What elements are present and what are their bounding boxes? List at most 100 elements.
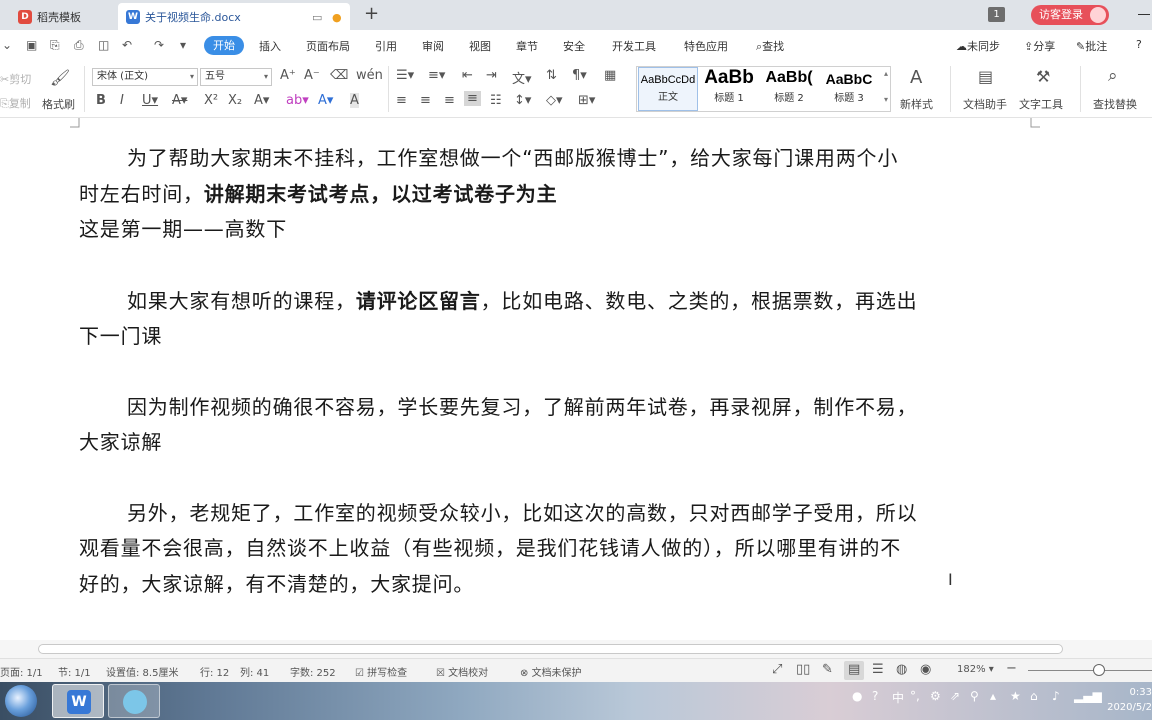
export-icon[interactable]: ⎘ [50,38,60,53]
tab-daoke-template[interactable]: D 稻壳模板 [10,3,115,30]
zoom-slider-thumb[interactable] [1092,664,1105,676]
pen-icon[interactable]: ✎ [822,662,833,677]
menu-review[interactable]: 审阅 [422,38,444,54]
restore-tab-icon[interactable]: ▭ [312,11,322,24]
signal-icon[interactable]: ▂▄▆ [1074,689,1102,703]
sync-status-button[interactable]: ☁未同步 [956,38,1000,54]
more-options-icon[interactable]: ? [1136,38,1142,51]
taskbar-video-app[interactable] [108,684,160,718]
menu-search[interactable]: ⌕查找 [756,38,784,54]
table-icon[interactable]: ▦ [604,68,616,83]
start-button[interactable] [5,685,37,717]
menu-security[interactable]: 安全 [563,38,585,54]
text-effect-icon[interactable]: A▾ [254,93,269,108]
sort-icon[interactable]: ⇅ [546,68,557,83]
ime-indicator[interactable]: 中 [892,689,904,706]
horizontal-scrollbar[interactable] [0,640,1152,658]
customize-toolbar-icon[interactable]: ▾ [180,38,186,52]
align-right-icon[interactable]: ≡ [444,93,455,108]
format-painter-icon[interactable]: 🖌 [50,68,70,87]
style-normal[interactable]: AaBbCcDd 正文 [638,67,698,111]
comment-button[interactable]: ✎批注 [1076,38,1107,54]
settings-icon[interactable]: ⚙ [930,689,941,703]
document-page[interactable]: 为了帮助大家期末不挂科，工作室想做一个“西邮版猴博士”，给大家每门课用两个小 时… [0,118,1152,640]
bullet-list-icon[interactable]: ☰▾ [396,68,414,83]
status-page[interactable]: 页面: 1/1 [0,664,43,679]
font-name-select[interactable]: 宋体 (正文) ▾ [92,68,198,86]
menu-insert[interactable]: 插入 [259,38,281,54]
justify-icon[interactable]: ≡ [464,91,481,106]
network-tray-icon[interactable]: ⌂ [1030,689,1038,703]
outline-view-icon[interactable]: ☰ [872,662,884,677]
punctuation-icon[interactable]: °, [910,689,920,703]
share-icon[interactable]: ⇗ [950,689,960,703]
menu-page-layout[interactable]: 页面布局 [306,38,350,54]
menu-developer[interactable]: 开发工具 [612,38,656,54]
char-shading-icon[interactable]: A [350,93,359,108]
menu-references[interactable]: 引用 [375,38,397,54]
doc-protect-button[interactable]: ⊗ 文档未保护 [520,664,582,679]
system-clock[interactable]: 0:33 2020/5/2 [1106,685,1152,715]
status-word-count[interactable]: 字数: 252 [290,664,336,679]
underline-icon[interactable]: U▾ [142,93,158,108]
align-left-icon[interactable]: ≡ [396,93,407,108]
minimize-window-icon[interactable] [1138,14,1150,15]
menu-special-apps[interactable]: 特色应用 [684,38,728,54]
menu-start[interactable]: 开始 [204,36,244,55]
phonetic-guide-icon[interactable]: wén [356,68,383,83]
numbered-list-icon[interactable]: ≡▾ [428,68,445,83]
format-painter-label[interactable]: 格式刷 [42,96,75,112]
read-mode-icon[interactable]: ▯▯ [796,662,810,677]
italic-icon[interactable]: I [120,93,124,108]
style-heading-3[interactable]: AaBbC 标题 3 [820,67,878,111]
show-hidden-icons[interactable]: ▴ [990,689,996,703]
doc-assistant-icon[interactable]: ▤ [978,67,993,86]
styles-scroll-up-icon[interactable]: ▴ [884,69,888,78]
doc-proof-button[interactable]: ☒ 文档校对 [436,664,488,679]
guest-login-button[interactable]: 访客登录 [1031,5,1109,25]
menu-chapter[interactable]: 章节 [516,38,538,54]
superscript-icon[interactable]: X² [204,93,218,108]
web-view-icon[interactable]: ◍ [896,662,907,677]
window-count-badge[interactable]: 1 [988,7,1005,22]
style-heading-1[interactable]: AaBb 标题 1 [700,67,758,111]
font-size-select[interactable]: 五号 ▾ [200,68,272,86]
new-style-icon[interactable]: A [910,67,922,88]
paragraph-shading-icon[interactable]: ◇▾ [546,93,563,108]
doc-assistant-button[interactable]: 文档助手 [963,96,1007,112]
text-tools-button[interactable]: 文字工具 [1019,96,1063,112]
subscript-icon[interactable]: X₂ [228,93,242,108]
clear-format-icon[interactable]: ⌫ [330,68,348,83]
distribute-icon[interactable]: ☷ [490,93,502,108]
user-icon[interactable]: ● [852,689,862,703]
highlight-icon[interactable]: ab▾ [286,93,309,108]
menu-view[interactable]: 视图 [469,38,491,54]
chinese-layout-icon[interactable]: 文▾ [512,68,532,87]
styles-more-icon[interactable]: ▾ [884,95,888,104]
focus-mode-icon[interactable]: ⤢ [772,662,782,677]
font-color-icon[interactable]: A▾ [318,93,333,108]
find-replace-button[interactable]: 查找替换 [1093,96,1137,112]
borders-icon[interactable]: ⊞▾ [578,93,595,108]
zoom-out-icon[interactable]: − [1006,661,1017,676]
undo-icon[interactable]: ↶ [122,38,132,52]
copy-button[interactable]: ⎘复制 [0,95,31,111]
redo-icon[interactable]: ↷ [154,38,164,52]
tab-document[interactable]: W 关于视频生命.docx ▭ ● [118,3,350,30]
new-tab-plus-icon[interactable]: + [364,3,379,24]
help-icon[interactable]: ? [872,689,878,703]
eye-protection-icon[interactable]: ◉ [920,662,931,677]
wrench-icon[interactable]: ⚒ [1036,67,1050,86]
new-style-button[interactable]: 新样式 [900,96,933,112]
print-icon[interactable]: ⎙ [74,38,84,53]
line-spacing-icon[interactable]: ↕▾ [514,93,531,108]
star-icon[interactable]: ★ [1010,689,1021,703]
show-marks-icon[interactable]: ¶▾ [572,68,587,83]
decrease-indent-icon[interactable]: ⇤ [462,68,473,83]
taskbar-wps-writer[interactable]: W [52,684,104,718]
increase-indent-icon[interactable]: ⇥ [486,68,497,83]
print-preview-icon[interactable]: ◫ [98,38,109,52]
zoom-level[interactable]: 182% ▾ [957,664,994,675]
strikethrough-icon[interactable]: A▾ [172,93,187,108]
align-center-icon[interactable]: ≡ [420,93,431,108]
